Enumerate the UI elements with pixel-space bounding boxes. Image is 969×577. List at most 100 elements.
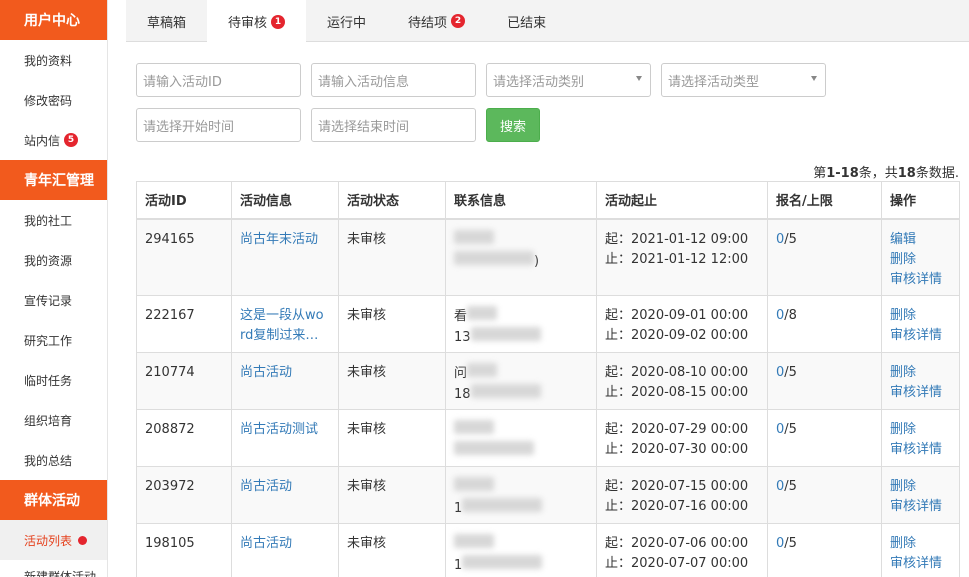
activity-info-input[interactable]: 请输入活动信息 [311,63,476,97]
activity-info-link[interactable]: 尚古活动 [240,536,292,551]
delete-link[interactable]: 删除 [890,534,951,554]
tab-drafts[interactable]: 草稿箱 [126,0,207,42]
redacted-contact-phone [470,327,541,341]
header-contact-info: 联系信息 [445,181,597,220]
sidebar-item-change-password[interactable]: 修改密码 [0,80,107,120]
header-activity-info: 活动信息 [231,181,339,220]
redacted-contact-name [454,534,494,548]
sidebar-item-messages[interactable]: 站内信 5 [0,120,107,160]
sidebar-item-label: 修改密码 [24,93,73,108]
activity-info-link[interactable]: 尚古活动 [240,479,292,494]
period-start: 起：2020-07-29 00:00 [605,422,749,437]
activity-info-link[interactable]: 尚古年末活动 [240,232,318,247]
redacted-contact-phone [454,250,534,265]
cell-contact: 1 [445,466,597,524]
delete-link[interactable]: 删除 [890,477,951,497]
tab-ended[interactable]: 已结束 [486,0,567,42]
review-details-link[interactable]: 审核详情 [890,326,951,346]
contact-line-2: 18 [454,387,471,402]
delete-link[interactable]: 删除 [890,420,951,440]
sidebar-item-my-social-workers[interactable]: 我的社工 [0,200,107,240]
delete-link[interactable]: 删除 [890,306,951,326]
cell-enrollment: 0/5 [767,466,882,524]
cell-contact [445,409,597,467]
review-details-link[interactable]: 审核详情 [890,383,951,403]
sidebar-item-activity-list[interactable]: 活动列表 [0,520,107,560]
caret-down-icon [636,76,642,81]
table-row: 222167 这是一段从wo rd复制过来… 未审核 看 13 起：2020-09… [136,295,960,353]
activity-type-select[interactable]: 请选择活动类型 [661,63,826,97]
delete-link[interactable]: 删除 [890,250,951,270]
cell-activity-id: 222167 [136,295,232,353]
cell-actions: 删除 审核详情 [881,352,960,410]
cell-enrollment: 0/5 [767,523,882,577]
sidebar-item-my-profile[interactable]: 我的资料 [0,40,107,80]
result-summary: 第1-18条，共18条数据. [813,162,959,181]
tab-label: 草稿箱 [147,15,187,31]
pending-review-count-badge: 1 [271,14,286,29]
sidebar-item-temporary-tasks[interactable]: 临时任务 [0,360,107,400]
table-row: 208872 尚古活动测试 未审核 起：2020-07-29 00:00 止：20… [136,409,960,467]
summary-total: 18 [897,166,916,181]
review-details-link[interactable]: 审核详情 [890,270,951,290]
activity-info-link[interactable]: 这是一段从wo rd复制过来… [240,308,324,343]
status-tabs: 草稿箱 待审核 1 运行中 待结项 2 已结束 [126,0,969,43]
sidebar-section-group-activities: 群体活动 [0,480,107,520]
enrollment-limit: /5 [784,422,797,437]
cell-period: 起：2020-07-15 00:00 止：2020-07-16 00:00 [596,466,768,524]
delete-link[interactable]: 删除 [890,363,951,383]
table-row: 210774 尚古活动 未审核 问 18 起：2020-08-10 00:00 止：… [136,352,960,410]
cell-status: 未审核 [338,352,446,410]
tab-pending-closure[interactable]: 待结项 2 [387,0,486,42]
edit-link[interactable]: 编辑 [890,230,951,250]
cell-contact: 问 18 [445,352,597,410]
contact-line-2: ) [534,253,540,269]
activity-category-select[interactable]: 请选择活动类别 [486,63,651,97]
sidebar-item-label: 研究工作 [24,333,73,348]
end-time-input[interactable]: 请选择结束时间 [311,108,476,142]
activity-id-input[interactable]: 请输入活动ID [136,63,301,97]
sidebar-item-label: 我的社工 [24,213,73,228]
enrollment-limit: /5 [784,479,797,494]
cell-contact: ) [445,218,597,296]
cell-activity-id: 210774 [136,352,232,410]
tab-label: 已结束 [507,15,547,31]
table-header-row: 活动ID 活动信息 活动状态 联系信息 活动起止 报名/上限 操作 [136,181,960,220]
period-start: 起：2020-08-10 00:00 [605,365,749,380]
sidebar-item-publicity-records[interactable]: 宣传记录 [0,280,107,320]
redacted-contact-name [467,363,498,377]
review-details-link[interactable]: 审核详情 [890,440,951,460]
cell-status: 未审核 [338,218,446,296]
redacted-contact-phone [462,555,543,569]
tab-pending-review[interactable]: 待审核 1 [207,0,307,43]
cell-period: 起：2020-08-10 00:00 止：2020-08-15 00:00 [596,352,768,410]
cell-status: 未审核 [338,295,446,353]
period-end: 止：2020-07-30 00:00 [605,442,749,457]
search-button[interactable]: 搜索 [486,108,540,142]
header-activity-id: 活动ID [136,181,232,220]
period-end: 止：2020-09-02 00:00 [605,328,749,343]
sidebar-item-my-summary[interactable]: 我的总结 [0,440,107,480]
review-details-link[interactable]: 审核详情 [890,554,951,574]
contact-line-2: 1 [454,501,463,516]
table-row: 294165 尚古年末活动 未审核 ) 起：2021-01-12 09:00 止：… [136,218,960,296]
cell-actions: 删除 审核详情 [881,295,960,353]
cell-enrollment: 0/5 [767,409,882,467]
period-start: 起：2020-07-06 00:00 [605,536,749,551]
activity-info-link[interactable]: 尚古活动测试 [240,422,318,437]
sidebar-item-new-group-activity[interactable]: 新建群体活动 [0,560,107,577]
review-details-link[interactable]: 审核详情 [890,497,951,517]
period-start: 起：2020-09-01 00:00 [605,308,749,323]
period-start: 起：2021-01-12 09:00 [605,231,749,247]
active-dot-icon [78,535,88,545]
start-time-input[interactable]: 请选择开始时间 [136,108,301,142]
sidebar-item-label: 站内信 [24,133,61,148]
activity-info-link[interactable]: 尚古活动 [240,365,292,380]
sidebar-item-research-work[interactable]: 研究工作 [0,320,107,360]
tab-label: 运行中 [327,15,367,31]
tab-running[interactable]: 运行中 [306,0,387,42]
sidebar-item-my-resources[interactable]: 我的资源 [0,240,107,280]
redacted-contact-phone [462,498,543,512]
sidebar-item-org-cultivation[interactable]: 组织培育 [0,400,107,440]
cell-period: 起：2021-01-12 09:00 止：2021-01-12 12:00 [596,218,768,296]
